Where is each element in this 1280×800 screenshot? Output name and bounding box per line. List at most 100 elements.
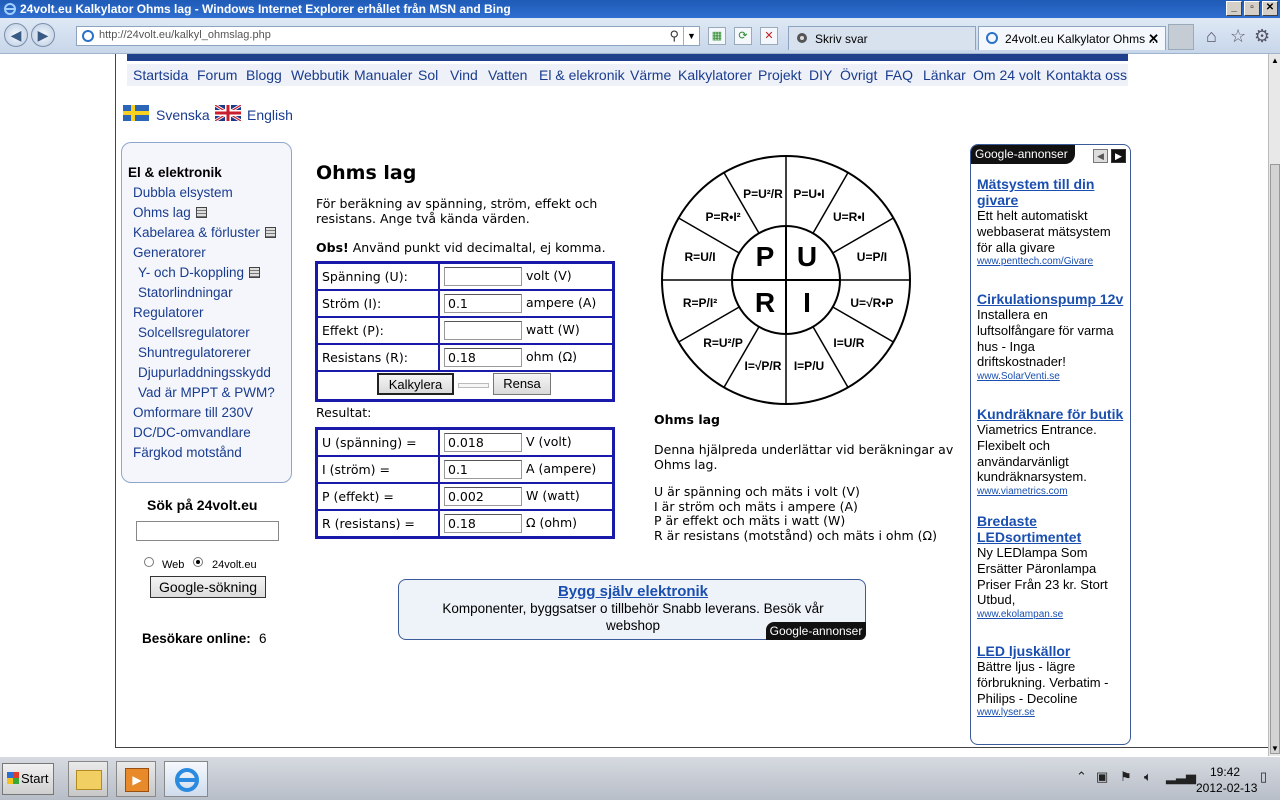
site-search-input[interactable] <box>136 521 279 541</box>
ad-url[interactable]: www.viametrics.com <box>977 486 1068 497</box>
nav-el-elektronik[interactable]: El & elekronik <box>539 67 625 83</box>
sidebar-item-generatorer[interactable]: Generatorer <box>133 245 206 260</box>
nav-ovrigt[interactable]: Övrigt <box>840 67 877 83</box>
address-bar[interactable]: http://24volt.eu/kalkyl_ohmslag.php ⚲ ▼ <box>76 26 700 46</box>
radio-web[interactable] <box>144 557 154 567</box>
sidebar-item-djupurladdningsskydd[interactable]: Djupurladdningsskydd <box>138 365 271 380</box>
ads-prev-icon[interactable]: ◀ <box>1093 149 1108 163</box>
vertical-scrollbar[interactable]: ▲ ▼ <box>1268 54 1280 756</box>
sidebar-item-solcellsregulatorer[interactable]: Solcellsregulatorer <box>138 325 250 340</box>
nav-webbutik[interactable]: Webbutik <box>291 67 349 83</box>
address-dropdown-icon[interactable]: ▼ <box>683 27 699 45</box>
minimize-button[interactable]: _ <box>1226 1 1242 16</box>
ad-url[interactable]: www.penttech.com/Givare <box>977 256 1093 267</box>
nav-manualer[interactable]: Manualer <box>354 67 412 83</box>
ad-url[interactable]: www.ekolampan.se <box>977 609 1063 620</box>
current-input[interactable]: 0.1 <box>444 294 522 313</box>
google-ads-badge[interactable]: Google-annonser <box>766 622 866 640</box>
resistance-input[interactable]: 0.18 <box>444 348 522 367</box>
nav-startsida[interactable]: Startsida <box>133 67 188 83</box>
scroll-up-icon[interactable]: ▲ <box>1270 56 1280 66</box>
ads-header[interactable]: Google-annonser <box>971 145 1075 164</box>
tray-volume-icon[interactable]: 🔈︎ <box>1144 769 1152 785</box>
refresh-icon[interactable]: ⟳ <box>734 27 752 45</box>
tab-ohms-lag[interactable]: 24volt.eu Kalkylator Ohms ... ✕ <box>978 26 1166 50</box>
maximize-button[interactable]: ▫ <box>1244 1 1260 16</box>
nav-varme[interactable]: Värme <box>630 67 671 83</box>
tab-close-icon[interactable]: ✕ <box>1148 31 1159 47</box>
calculate-button[interactable]: Kalkylera <box>377 373 454 395</box>
clock-date[interactable]: 2012-02-13 <box>1196 781 1257 795</box>
voltage-input[interactable] <box>444 267 522 286</box>
search-icon[interactable]: ⚲ <box>669 28 679 44</box>
ad-title[interactable]: Cirkulationspump 12v <box>977 291 1127 307</box>
nav-kalkylatorer[interactable]: Kalkylatorer <box>678 67 752 83</box>
wheel-formula: I=√P/R <box>744 359 781 373</box>
tab-skriv-svar[interactable]: Skriv svar <box>788 26 976 50</box>
tab-label: Skriv svar <box>815 32 868 46</box>
ad-url[interactable]: www.lyser.se <box>977 707 1035 718</box>
ads-next-icon[interactable]: ▶ <box>1111 149 1126 163</box>
start-button[interactable]: Start <box>2 763 54 795</box>
sidebar-item-mppt-pwm[interactable]: Vad är MPPT & PWM? <box>138 385 275 400</box>
ad-title[interactable]: LED ljuskällor <box>977 643 1127 659</box>
nav-blogg[interactable]: Blogg <box>246 67 282 83</box>
ad-title[interactable]: Mätsystem till din givare <box>977 176 1127 208</box>
sidebar-item-regulatorer[interactable]: Regulatorer <box>133 305 204 320</box>
lang-svenska[interactable]: Svenska <box>156 107 210 123</box>
sidebar-item-dubbla-elsystem[interactable]: Dubbla elsystem <box>133 185 233 200</box>
nav-faq[interactable]: FAQ <box>885 67 913 83</box>
nav-om-24-volt[interactable]: Om 24 volt <box>973 67 1041 83</box>
scroll-thumb[interactable] <box>1270 164 1280 754</box>
sidebar-item-fargkod[interactable]: Färgkod motstånd <box>133 445 242 460</box>
media-player-taskbar-button[interactable]: ▶ <box>116 761 156 797</box>
forward-button[interactable]: ▶ <box>31 23 55 47</box>
nav-diy[interactable]: DIY <box>809 67 832 83</box>
tray-network-icon[interactable]: ▂▃▅ <box>1166 769 1196 785</box>
result-label: R (resistans) = <box>317 510 439 537</box>
banner-title[interactable]: Bygg själv elektronik <box>399 583 867 600</box>
nav-vatten[interactable]: Vatten <box>488 67 527 83</box>
radio-24volt[interactable] <box>193 557 203 567</box>
sidebar-item-dc-dc[interactable]: DC/DC-omvandlare <box>133 425 251 440</box>
sidebar-item-kabelarea[interactable]: Kabelarea & förluster <box>133 225 276 240</box>
stop-icon[interactable]: ✕ <box>760 27 778 45</box>
nav-kontakta-oss[interactable]: Kontakta oss <box>1046 67 1127 83</box>
clear-button[interactable]: Rensa <box>493 373 551 395</box>
close-button[interactable]: ✕ <box>1262 1 1278 16</box>
tray-expand-icon[interactable]: ⌃ <box>1076 769 1087 785</box>
ad-title[interactable]: Bredaste LEDsortimentet <box>977 513 1127 545</box>
clock-time[interactable]: 19:42 <box>1210 765 1240 779</box>
ad-banner[interactable]: Bygg själv elektronik Komponenter, byggs… <box>398 579 866 640</box>
sidebar-item-ohms-lag[interactable]: Ohms lag <box>133 205 207 220</box>
tray-action-icon[interactable]: ▯ <box>1260 769 1267 785</box>
sidebar-item-y-d-koppling[interactable]: Y- och D-koppling <box>138 265 261 280</box>
sidebar-item-omformare[interactable]: Omformare till 230V <box>133 405 253 420</box>
google-search-button[interactable]: Google-sökning <box>150 576 266 598</box>
ad-url[interactable]: www.SolarVenti.se <box>977 371 1060 382</box>
lang-english[interactable]: English <box>247 107 293 123</box>
nav-projekt[interactable]: Projekt <box>758 67 802 83</box>
nav-lankar[interactable]: Länkar <box>923 67 966 83</box>
sidebar-item-statorlindningar[interactable]: Statorlindningar <box>138 285 233 300</box>
back-button[interactable]: ◀ <box>4 23 28 47</box>
swedish-flag-icon[interactable] <box>123 105 149 121</box>
tray-device-icon[interactable]: ▣ <box>1096 769 1108 785</box>
sidebar-heading: El & elektronik <box>128 165 222 180</box>
home-icon[interactable]: ⌂ <box>1206 26 1217 47</box>
uk-flag-icon[interactable] <box>215 105 241 121</box>
nav-sol[interactable]: Sol <box>418 67 438 83</box>
scroll-down-icon[interactable]: ▼ <box>1270 744 1280 754</box>
new-tab-button[interactable] <box>1168 24 1194 50</box>
tools-gear-icon[interactable]: ⚙ <box>1254 26 1270 47</box>
ad-title[interactable]: Kundräknare för butik <box>977 406 1127 422</box>
tray-flag-icon[interactable]: ⚑ <box>1120 769 1132 785</box>
compatibility-icon[interactable]: ▦ <box>708 27 726 45</box>
favorites-star-icon[interactable]: ☆ <box>1230 26 1246 47</box>
explorer-taskbar-button[interactable] <box>68 761 108 797</box>
nav-vind[interactable]: Vind <box>450 67 478 83</box>
ie-taskbar-button[interactable] <box>164 761 208 797</box>
nav-forum[interactable]: Forum <box>197 67 237 83</box>
power-input[interactable] <box>444 321 522 340</box>
sidebar-item-shuntregulatorerer[interactable]: Shuntregulatorerer <box>138 345 251 360</box>
